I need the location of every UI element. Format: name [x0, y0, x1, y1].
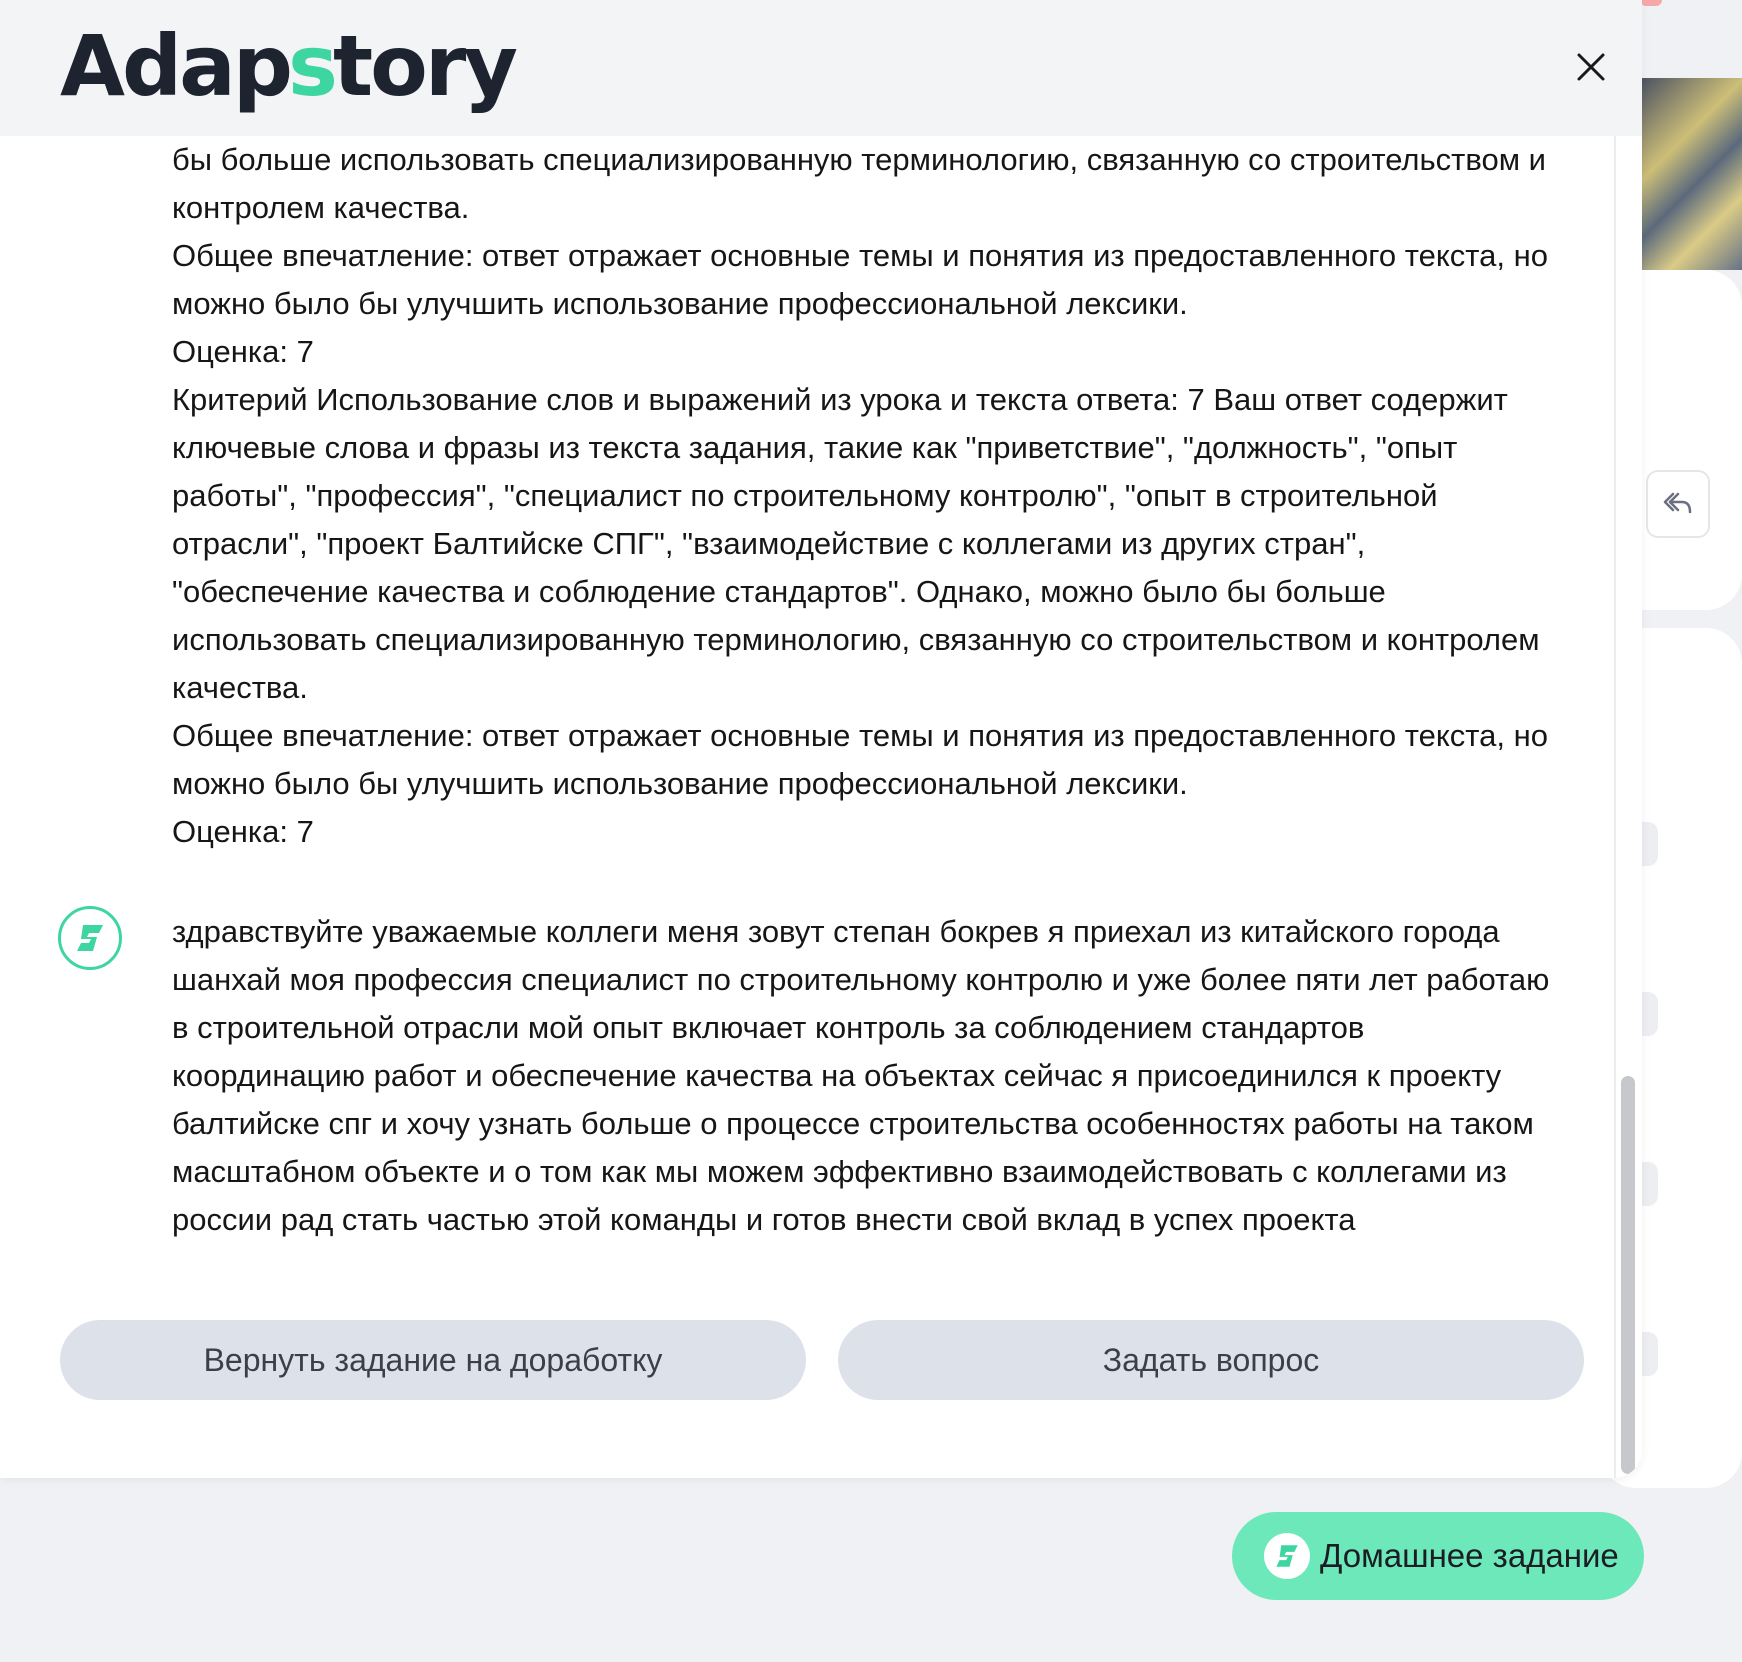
feedback-score: Оценка: 7: [172, 334, 314, 369]
ask-question-button[interactable]: Задать вопрос: [838, 1320, 1584, 1400]
feedback-score: Оценка: 7: [172, 814, 314, 849]
close-button[interactable]: [1566, 42, 1616, 92]
logo-text-left: Adap: [60, 17, 293, 115]
adapstory-logo: Adap s tory: [60, 17, 518, 115]
feedback-paragraph: бы больше использовать специализированну…: [172, 142, 1546, 225]
adapstory-s-icon: [77, 925, 103, 951]
homework-button[interactable]: Домашнее задание: [1232, 1512, 1644, 1600]
logo-text-right: tory: [332, 17, 518, 115]
feedback-text: бы больше использовать специализированну…: [172, 136, 1552, 856]
feedback-paragraph: Общее впечатление: ответ отражает основн…: [172, 718, 1548, 801]
student-message: здравствуйте уважаемые коллеги меня зову…: [172, 908, 1552, 1244]
student-message-text: здравствуйте уважаемые коллеги меня зову…: [172, 914, 1550, 1237]
logo-mark: s: [287, 17, 338, 115]
modal-header: Adap s tory: [0, 0, 1642, 136]
background-image: [1642, 78, 1742, 270]
adapstory-s-icon: [1264, 1533, 1310, 1579]
reply-icon[interactable]: [1646, 470, 1710, 538]
scrollbar-thumb[interactable]: [1621, 1076, 1635, 1474]
notification-dot: [1640, 0, 1662, 6]
assistant-avatar: [58, 906, 122, 970]
return-for-revision-button[interactable]: Вернуть задание на доработку: [60, 1320, 806, 1400]
homework-label: Домашнее задание: [1320, 1537, 1619, 1574]
close-icon: [1577, 53, 1605, 81]
feedback-paragraph: Общее впечатление: ответ отражает основн…: [172, 238, 1548, 321]
feedback-paragraph: Критерий Использование слов и выражений …: [172, 382, 1540, 705]
feedback-scroll-area[interactable]: бы больше использовать специализированну…: [0, 136, 1614, 1478]
feedback-modal: Adap s tory бы больше использовать специ…: [0, 0, 1642, 1478]
